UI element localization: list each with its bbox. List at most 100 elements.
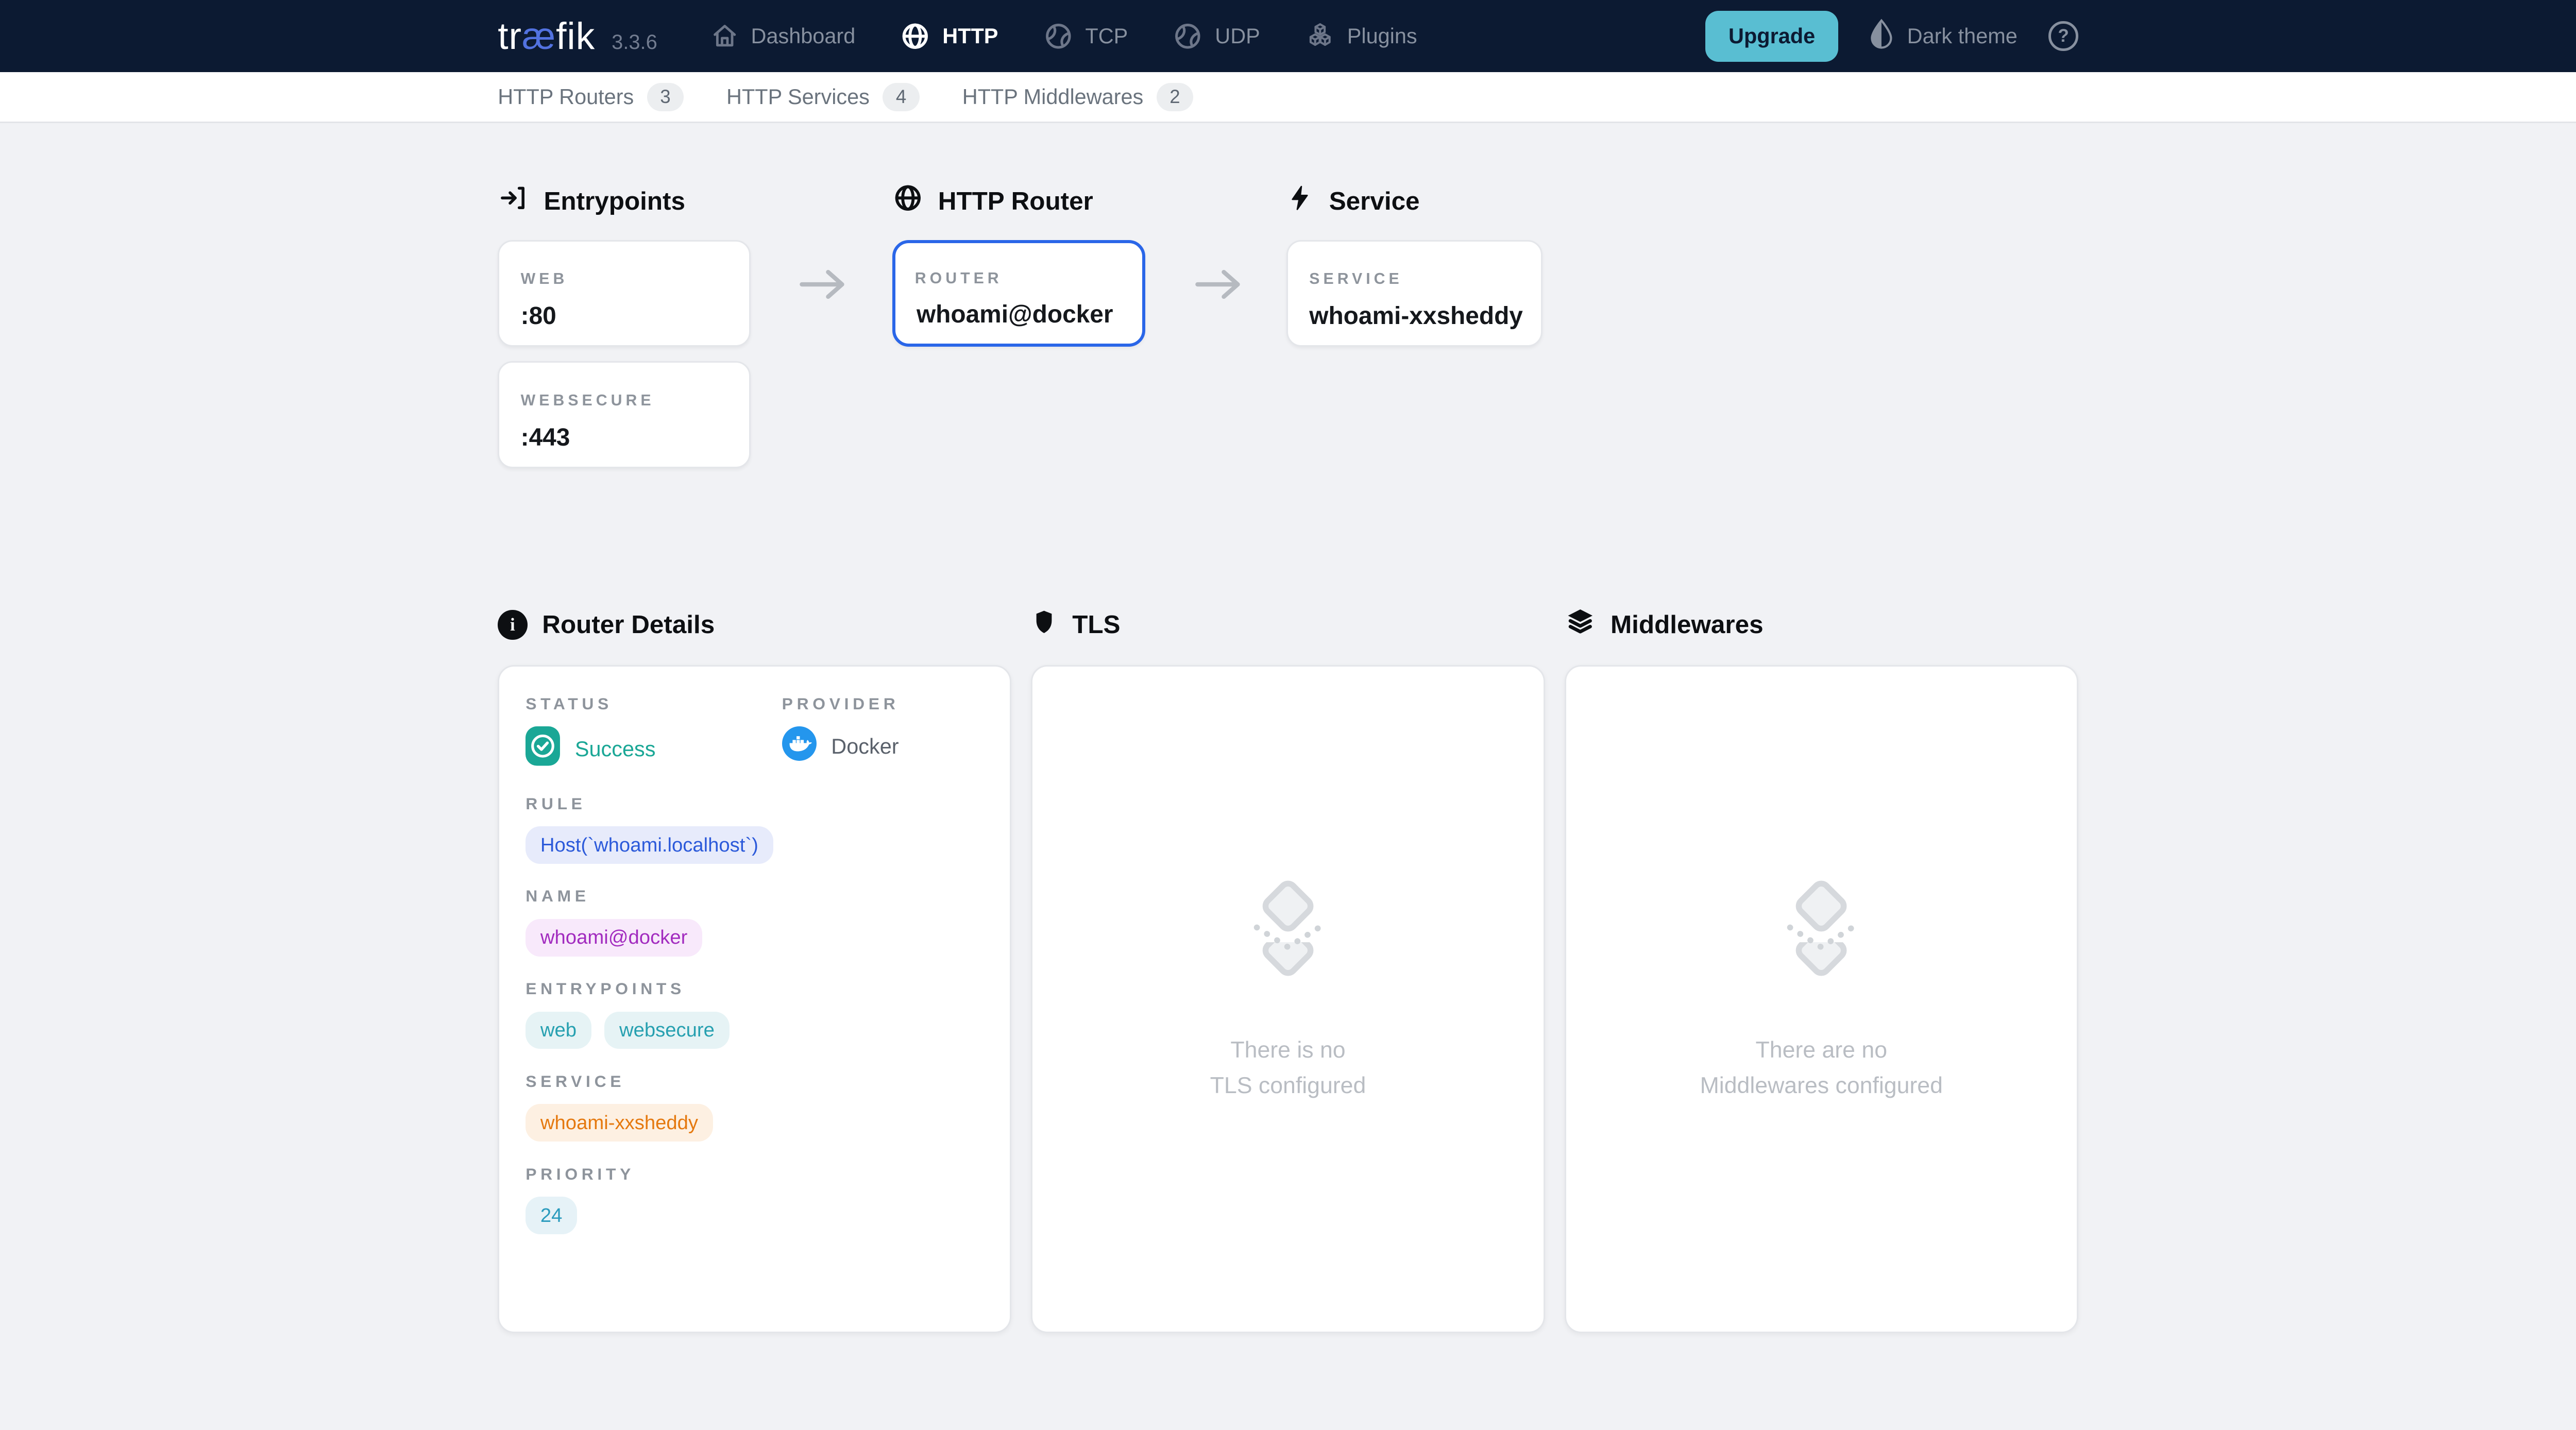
logo-text-ae: æ [522, 15, 556, 57]
card-value: whoami-xxsheddy [1309, 302, 1523, 330]
service-card[interactable]: SERVICE whoami-xxsheddy [1286, 240, 1543, 347]
field-label: RULE [526, 794, 984, 813]
section-title: Middlewares [1611, 610, 1764, 639]
nav-item-plugins[interactable]: Plugins [1304, 21, 1417, 52]
tab-http-middlewares[interactable]: HTTP Middlewares 2 [962, 83, 1193, 111]
entrypoint-card-web[interactable]: WEB :80 [498, 240, 751, 347]
contrast-droplet-icon [1869, 18, 1894, 55]
card-label: SERVICE [1309, 270, 1403, 287]
version-label: 3.3.6 [612, 31, 657, 54]
name-field: NAME whoami@docker [526, 887, 984, 956]
field-label: PRIORITY [526, 1165, 984, 1184]
priority-field: PRIORITY 24 [526, 1165, 984, 1234]
traefik-logo: træfik [498, 14, 595, 58]
http-router-heading: HTTP Router [892, 182, 1093, 220]
card-value: :443 [521, 423, 570, 452]
info-icon: i [498, 610, 527, 639]
nav-item-udp[interactable]: UDP [1172, 21, 1260, 52]
field-label: STATUS [526, 694, 782, 713]
entrypoint-badge: web [526, 1012, 591, 1049]
service-field: SERVICE whoami-xxsheddy [526, 1072, 984, 1142]
field-label: NAME [526, 887, 984, 906]
section-title: TLS [1072, 610, 1120, 639]
docker-icon [782, 726, 817, 766]
card-value: :80 [521, 302, 556, 330]
provider-field: PROVIDER Docker [782, 694, 900, 771]
entrypoint-badges: web websecure [526, 1012, 984, 1049]
empty-line-2: Middlewares configured [1700, 1068, 1943, 1103]
nav-item-label: TCP [1085, 24, 1128, 48]
card-label: WEB [521, 270, 568, 287]
tab-label: HTTP Services [726, 84, 870, 109]
field-label: SERVICE [526, 1072, 984, 1091]
entrypoint-card-websecure[interactable]: WEBSECURE :443 [498, 361, 751, 468]
login-arrow-icon [498, 182, 529, 220]
status-value: Success [526, 726, 782, 771]
router-card[interactable]: ROUTER whoami@docker [892, 240, 1145, 347]
service-badge: whoami-xxsheddy [526, 1104, 713, 1142]
tls-empty-message: There is no TLS configured [1210, 1032, 1366, 1103]
middlewares-panel: There are no Middlewares configured [1565, 665, 2078, 1334]
router-details-panel: STATUS Success PROVIDER Docker RULE Ho [498, 665, 1011, 1334]
middlewares-heading: Middlewares [1565, 606, 2078, 644]
provider-text: Docker [831, 734, 899, 759]
check-badge-icon [526, 726, 560, 771]
main-nav: Dashboard HTTP TCP UDP Plugins [710, 21, 1706, 52]
detail-panels: STATUS Success PROVIDER Docker RULE Ho [498, 665, 2078, 1334]
nav-item-label: Dashboard [751, 24, 856, 48]
tab-label: HTTP Routers [498, 84, 634, 109]
globe-icon [892, 182, 924, 220]
status-provider-row: STATUS Success PROVIDER Docker [526, 694, 984, 771]
lightning-icon [1286, 182, 1314, 220]
nav-item-label: UDP [1215, 24, 1260, 48]
priority-badge: 24 [526, 1197, 577, 1234]
card-label: WEBSECURE [521, 392, 655, 409]
tab-count-badge: 3 [647, 83, 684, 111]
entrypoints-field: ENTRYPOINTS web websecure [526, 979, 984, 1049]
empty-line-1: There is no [1210, 1032, 1366, 1068]
empty-line-1: There are no [1700, 1032, 1943, 1068]
rule-badge: Host(`whoami.localhost`) [526, 826, 773, 864]
flow-arrow-icon [799, 266, 848, 309]
logo-text-post: fik [556, 15, 595, 57]
logo-text-pre: tr [498, 15, 522, 57]
tab-count-badge: 2 [1157, 83, 1193, 111]
nav-item-label: HTTP [942, 24, 998, 48]
traffic-flow-section: Entrypoints HTTP Router Service WEB :80 … [498, 182, 2078, 468]
tab-label: HTTP Middlewares [962, 84, 1144, 109]
router-details-heading: i Router Details [498, 606, 1011, 644]
status-text: Success [575, 737, 656, 761]
router-detail-page: Entrypoints HTTP Router Service WEB :80 … [498, 182, 2078, 1334]
cubes-icon [1304, 21, 1336, 52]
home-icon [710, 21, 739, 50]
ball-icon [1172, 21, 1204, 52]
ball-icon [1043, 21, 1074, 52]
upgrade-button[interactable]: Upgrade [1705, 11, 1838, 62]
panel-headings: i Router Details TLS Middlewares [498, 606, 2078, 644]
provider-value: Docker [782, 726, 900, 766]
nav-item-tcp[interactable]: TCP [1043, 21, 1128, 52]
field-label: PROVIDER [782, 694, 900, 713]
tls-heading: TLS [1031, 606, 1545, 644]
nav-item-http[interactable]: HTTP [900, 21, 998, 52]
brand: træfik 3.3.6 [498, 14, 657, 58]
tab-count-badge: 4 [883, 83, 919, 111]
status-field: STATUS Success [526, 694, 782, 771]
entrypoints-heading: Entrypoints [498, 182, 685, 220]
top-navbar: træfik 3.3.6 Dashboard HTTP TCP UDP [0, 0, 2576, 72]
tab-http-services[interactable]: HTTP Services 4 [726, 83, 920, 111]
nav-item-dashboard[interactable]: Dashboard [710, 21, 855, 50]
name-badge: whoami@docker [526, 919, 702, 957]
section-title: Router Details [542, 610, 715, 639]
theme-toggle[interactable]: Dark theme [1869, 18, 2018, 55]
empty-line-2: TLS configured [1210, 1068, 1366, 1103]
empty-layers-icon [1235, 872, 1341, 999]
shield-icon [1031, 606, 1057, 644]
tab-http-routers[interactable]: HTTP Routers 3 [498, 83, 684, 111]
card-label: ROUTER [915, 270, 1003, 287]
flow-arrow-icon [1194, 266, 1244, 309]
field-label: ENTRYPOINTS [526, 979, 984, 998]
layers-icon [1565, 606, 1596, 644]
help-icon[interactable]: ? [2048, 21, 2078, 50]
globe-icon [900, 21, 931, 52]
